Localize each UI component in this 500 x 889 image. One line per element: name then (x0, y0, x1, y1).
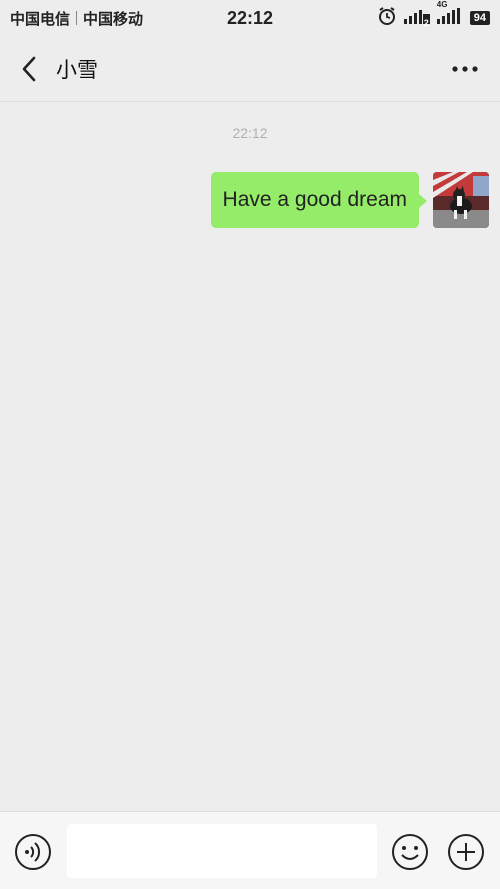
message-row-mine: Have a good dream (210, 172, 489, 228)
input-bar (0, 811, 500, 889)
back-arrow-icon[interactable] (4, 36, 54, 102)
emoji-icon[interactable] (391, 833, 429, 871)
carrier-divider (76, 11, 78, 25)
signal-icon-4g: 4G (436, 0, 463, 28)
status-bar: 中国电信 中国移动 22:12 2 4G 94 (0, 0, 500, 36)
avatar[interactable] (433, 172, 489, 228)
carrier-info: 中国电信 中国移动 (10, 8, 143, 29)
status-icons: 2 4G 94 (377, 0, 490, 30)
more-icon[interactable] (450, 56, 480, 82)
carrier2-label: 中国移动 (83, 10, 144, 28)
chat-header: 小雪 (0, 36, 500, 102)
network-label: 4G (436, 0, 448, 9)
plus-icon[interactable] (447, 833, 485, 871)
carrier1-label: 中国电信 (10, 10, 71, 28)
chat-title: 小雪 (56, 57, 98, 82)
message-input[interactable] (67, 824, 377, 878)
alarm-icon (377, 6, 397, 30)
message-bubble[interactable]: Have a good dream (210, 172, 428, 228)
battery-indicator: 94 (469, 11, 490, 25)
message-timestamp: 22:12 (232, 125, 268, 141)
signal-icon-sim2: 2 (403, 8, 430, 28)
sim-badge: 2 (423, 18, 429, 28)
voice-icon[interactable] (14, 833, 52, 871)
